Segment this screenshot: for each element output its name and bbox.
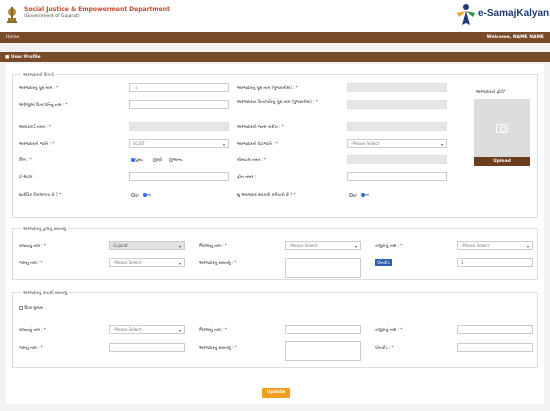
current-state-label: રાજ્યનું નામ : * xyxy=(19,243,46,248)
chevron-down-icon: ▾ xyxy=(178,328,181,333)
photo-label: અરજદારનો ફોટો* xyxy=(476,89,506,94)
name-input[interactable]: ા xyxy=(129,83,229,92)
camera-icon xyxy=(496,123,508,133)
permanent-village-label: ગામનું નામ : * xyxy=(19,345,43,350)
father-name-input[interactable] xyxy=(129,100,229,109)
disability-radio-no[interactable]: ના xyxy=(143,192,151,197)
phone-label: ફોન નંબર : xyxy=(237,174,256,179)
aadhaar-label: આધારકાર્ડ નંબર : * xyxy=(19,124,51,129)
gender-radio-male[interactable]: પુરુષ xyxy=(131,157,143,162)
current-village-label: ગામનું નામ : * xyxy=(19,260,43,265)
chevron-down-icon: ▾ xyxy=(526,244,529,249)
father-name-gujarati-input[interactable] xyxy=(347,100,447,109)
current-taluka-select[interactable]: -Please Select- ▾ xyxy=(457,241,533,250)
current-district-select[interactable]: -Please Select- ▾ xyxy=(285,241,361,250)
disability-label: શારીરિક વિકલાંગતા છે ? * xyxy=(19,192,62,197)
department-title: Social Justice & Empowerment Department xyxy=(24,6,170,13)
email-input[interactable] xyxy=(129,172,229,181)
gender-radio-female[interactable]: સ્ત્રી xyxy=(153,157,162,162)
govt-employee-radio-yes[interactable]: હા xyxy=(349,192,357,197)
permanent-address-textarea[interactable] xyxy=(285,341,361,361)
applicant-details-section: અરજદારની વિગતો અરજદારનું પૂરું નામ : * ા… xyxy=(12,72,538,218)
chevron-down-icon: ▾ xyxy=(178,244,181,249)
govt-employee-radio-no[interactable]: ના xyxy=(361,192,369,197)
name-label: અરજદારનું પૂરું નામ : * xyxy=(19,85,59,90)
same-as-above-checkbox[interactable]: ઉપર મુજબ xyxy=(19,305,43,310)
nav-home-link[interactable]: Home xyxy=(6,35,19,40)
photo-placeholder xyxy=(474,99,530,157)
permanent-address-label: અરજદારનું સરનામું : * xyxy=(199,345,237,350)
email-label: ઈ-મેઇલ : xyxy=(19,174,35,179)
phone-input[interactable] xyxy=(347,172,447,181)
esamajkalyan-logo-text: e-SamajKalyan xyxy=(478,8,550,19)
current-taluka-label: તાલુકાનું નામ : * xyxy=(375,243,403,248)
permanent-district-label: જિલ્લાનું નામ : * xyxy=(199,327,227,332)
dob-label: અરજદારની જન્મ તારીખ : * xyxy=(237,124,284,129)
caste-select[interactable]: SC/ST ▾ xyxy=(129,139,229,148)
permanent-address-section: અરજદારનું કાયમી સરનામું ઉપર મુજબ રાજ્યનુ… xyxy=(12,290,538,368)
name-gujarati-input[interactable] xyxy=(347,83,447,92)
chevron-down-icon: ▾ xyxy=(440,142,443,147)
permanent-pincode-label: પીનકોડ : * xyxy=(375,345,394,350)
permanent-address-legend: અરજદારનું કાયમી સરનામું xyxy=(21,290,70,295)
permanent-district-input[interactable] xyxy=(285,325,361,334)
chevron-down-icon: ▾ xyxy=(222,142,225,147)
permanent-taluka-label: તાલુકાનું નામ : * xyxy=(375,327,403,332)
chevron-down-icon: ▾ xyxy=(178,261,181,266)
user-icon: ■ xyxy=(5,54,10,60)
applicant-section-legend: અરજદારની વિગતો xyxy=(21,72,56,77)
permanent-state-label: રાજ્યનું નામ : * xyxy=(19,327,46,332)
esamajkalyan-logo-icon xyxy=(457,4,475,25)
current-address-label: અરજદારનું સરનામું : * xyxy=(199,260,237,265)
aadhaar-input[interactable] xyxy=(129,122,229,131)
caste-label: અરજદારની જાતિ : * xyxy=(19,141,55,146)
father-name-label: અંગ્રેજીમાં પિતા/પતિનું નામ : * xyxy=(19,102,68,107)
current-pincode-input[interactable]: 1 xyxy=(457,258,533,267)
current-address-legend: અરજદારનું હાલનું સરનામું xyxy=(21,226,68,231)
welcome-user-text: Welcome, NAME NAME xyxy=(486,35,544,40)
current-village-select[interactable]: -Please Select- ▾ xyxy=(109,258,185,267)
name-gujarati-label: અરજદારનું પૂરું નામ (ગુજરાતીમાં) : * xyxy=(237,85,298,90)
current-state-select[interactable]: Gujarat ▾ xyxy=(109,241,185,250)
page-title: ■ User Profile xyxy=(5,54,41,60)
gender-radio-other[interactable]: અન્ય xyxy=(169,157,183,162)
permanent-taluka-input[interactable] xyxy=(457,325,533,334)
father-name-gujarati-label: અરજદારના પિતા/પતિનું પૂરું નામ (ગુજરાતીમ… xyxy=(237,99,318,104)
update-button[interactable]: Update xyxy=(262,388,290,398)
current-district-label: જિલ્લાનું નામ : * xyxy=(199,243,227,248)
permanent-pincode-input[interactable] xyxy=(457,343,533,352)
dob-input[interactable] xyxy=(347,122,447,131)
mobile-input[interactable] xyxy=(347,155,447,164)
govt-employee-label: શુ અરજદાર સરકારી કર્મચારી છે ? * xyxy=(237,192,296,197)
current-pincode-label: પીનકોડ xyxy=(375,259,392,266)
subcaste-label: અરજદારની પેટાજાતિ : * xyxy=(237,141,279,146)
current-address-section: અરજદારનું હાલનું સરનામું રાજ્યનું નામ : … xyxy=(12,226,538,280)
permanent-state-select[interactable]: -Please Select- ▾ xyxy=(109,325,185,334)
page-title-bar: ■ User Profile xyxy=(0,52,550,62)
disability-radio-yes[interactable]: હા xyxy=(131,192,139,197)
current-address-textarea[interactable] xyxy=(285,258,361,278)
gender-label: લિંગ : * xyxy=(19,157,32,162)
top-nav-bar: Home Welcome, NAME NAME xyxy=(0,32,550,43)
profile-form-card: અરજદારની વિગતો અરજદારનું પૂરું નામ : * ા… xyxy=(6,64,544,404)
chevron-down-icon: ▾ xyxy=(354,244,357,249)
subcaste-select[interactable]: -Please Select- ▾ xyxy=(347,139,447,148)
site-header: Social Justice & Empowerment Department … xyxy=(0,0,550,32)
permanent-village-input[interactable] xyxy=(109,343,185,352)
upload-photo-button[interactable]: Upload xyxy=(474,157,530,166)
mobile-label: મોબાઇલ નંબર : * xyxy=(237,157,267,162)
department-subtitle: (Government of Gujarat) xyxy=(24,14,80,19)
state-emblem-icon xyxy=(7,7,17,23)
